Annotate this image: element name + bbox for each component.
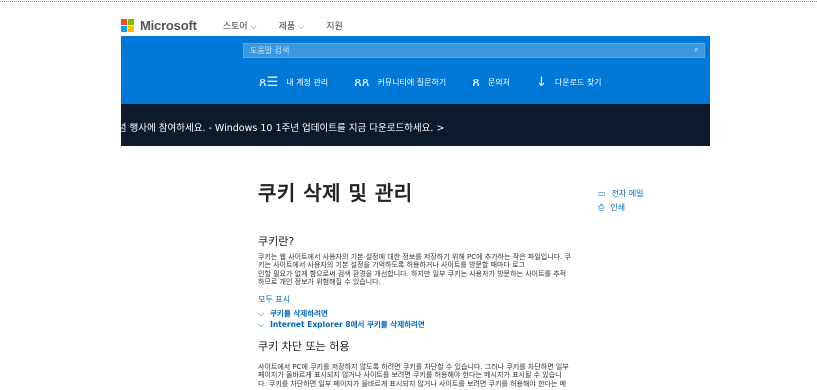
chevron-down-icon: ⌵ (258, 308, 265, 318)
contact-link[interactable]: ጸ 문의처 (472, 75, 510, 90)
contact-icon: ጸ (472, 75, 480, 90)
account-manage-label: 내 계정 관리 (286, 78, 329, 87)
section2-paragraph: 사이트에서 PC에 쿠키를 저장하지 않도록 하려면 쿠키를 차단할 수 있습니… (258, 363, 569, 388)
search-placeholder: 도움말 검색 (250, 46, 290, 55)
print-link[interactable]: ⎙ 인쇄 (598, 201, 644, 215)
email-link[interactable]: ▭ 전자 메일 (598, 187, 644, 201)
download-link[interactable]: ↓ 다운로드 찾기 (536, 75, 602, 90)
top-divider (0, 1, 817, 2)
community-link[interactable]: ጸጸ 커뮤니티에 질문하기 (354, 75, 446, 90)
top-nav: Microsoft 스토어 ⌵ 제품 ⌵ 지원 (121, 14, 711, 36)
search-input[interactable]: 도움말 검색 ⌕ (243, 43, 705, 58)
chevron-down-icon: ⌵ (298, 21, 305, 31)
community-label: 커뮤니티에 질문하기 (377, 78, 447, 87)
download-icon: ↓ (535, 75, 547, 90)
account-manage-icon: ጸ☰ (259, 75, 279, 90)
account-manage-link[interactable]: ጸ☰ 내 계정 관리 (259, 75, 328, 90)
section1-paragraph: 쿠키는 웹 사이트에서 사용자의 기본 설정에 대한 정보를 저장하기 위해 P… (258, 253, 571, 286)
nav-item-products[interactable]: 제품 ⌵ (279, 19, 305, 32)
page: Microsoft 스토어 ⌵ 제품 ⌵ 지원 도움말 검색 ⌕ ጸ☰ 내 계정 관… (0, 0, 817, 390)
promo-link[interactable]: 기념 행사에 참여하세요. - Windows 10 1주년 업데이트를 지금 … (109, 120, 444, 134)
microsoft-logo-icon (121, 18, 134, 32)
print-icon: ⎙ (598, 203, 605, 212)
support-header: 도움말 검색 ⌕ ጸ☰ 내 계정 관리 ጸጸ 커뮤니티에 질문하기 ጸ 문의처 … (121, 36, 710, 104)
community-icon: ጸጸ (354, 75, 370, 90)
email-icon: ▭ (598, 189, 606, 198)
download-label: 다운로드 찾기 (554, 78, 602, 87)
action-links: ጸ☰ 내 계정 관리 ጸጸ 커뮤니티에 질문하기 ጸ 문의처 ↓ 다운로드 찾기 (259, 75, 602, 90)
nav-item-support[interactable]: 지원 (326, 19, 343, 32)
section-heading-block-or-allow: 쿠키 차단 또는 허용 (258, 340, 350, 353)
nav-links: 스토어 ⌵ 제품 ⌵ 지원 (223, 19, 343, 32)
contact-label: 문의처 (487, 78, 510, 87)
brand-name: Microsoft (140, 17, 197, 33)
chevron-down-icon: ⌵ (250, 21, 257, 31)
microsoft-logo[interactable]: Microsoft (121, 18, 197, 33)
show-all-link[interactable]: 모두 표시 (258, 294, 290, 305)
expander-delete-cookies[interactable]: ⌵ 쿠키를 삭제하려면 (258, 308, 328, 319)
nav-item-store[interactable]: 스토어 ⌵ (223, 19, 257, 32)
share-links: ▭ 전자 메일 ⎙ 인쇄 (598, 187, 644, 215)
chevron-down-icon: ⌵ (258, 319, 265, 329)
section-heading-what-are-cookies: 쿠키란? (258, 235, 295, 248)
expander-delete-cookies-ie8[interactable]: ⌵ Internet Explorer 8에서 쿠키를 삭제하려면 (258, 319, 425, 330)
search-icon[interactable]: ⌕ (694, 45, 699, 55)
page-title: 쿠키 삭제 및 관리 (258, 181, 413, 205)
